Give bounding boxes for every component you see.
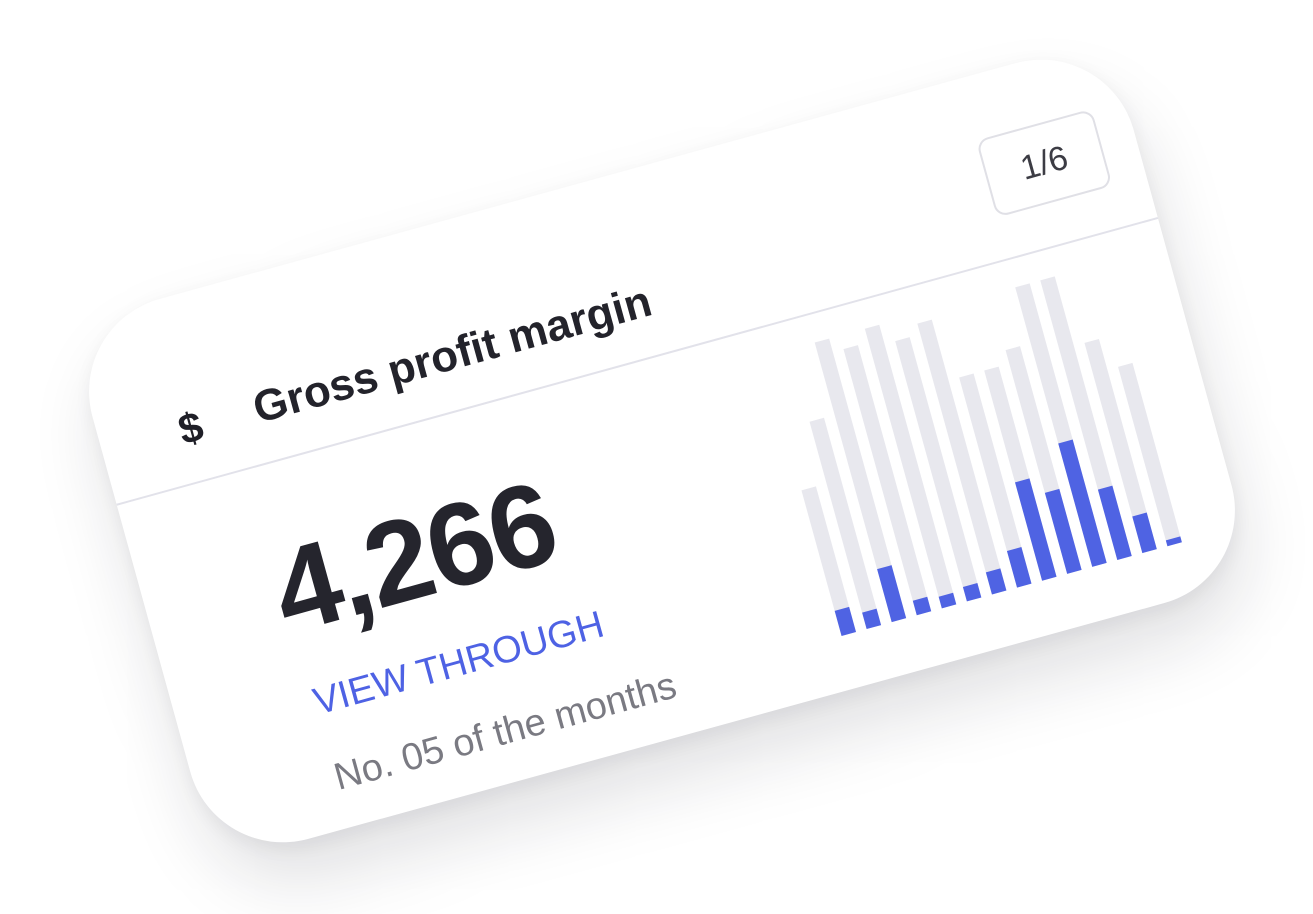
bar-chart: [765, 258, 1199, 636]
dollar-icon: $: [173, 402, 209, 454]
pager-badge[interactable]: 1/6: [975, 108, 1113, 218]
bar-fill: [834, 606, 857, 636]
bar-fill: [1006, 547, 1032, 588]
bar-fill: [912, 596, 932, 616]
bar-fill: [862, 608, 882, 630]
bar-fill: [985, 568, 1007, 595]
bar-fill: [1132, 512, 1157, 554]
card-title: Gross profit margin: [247, 276, 657, 433]
bar-fill: [1165, 536, 1182, 547]
bar-fill: [938, 592, 957, 609]
stage: $ Gross profit margin 1/6 4,266 VIEW THR…: [0, 0, 1313, 914]
bar-fill: [877, 565, 907, 623]
gross-profit-card: $ Gross profit margin 1/6 4,266 VIEW THR…: [67, 37, 1257, 865]
bar-fill: [962, 582, 982, 602]
